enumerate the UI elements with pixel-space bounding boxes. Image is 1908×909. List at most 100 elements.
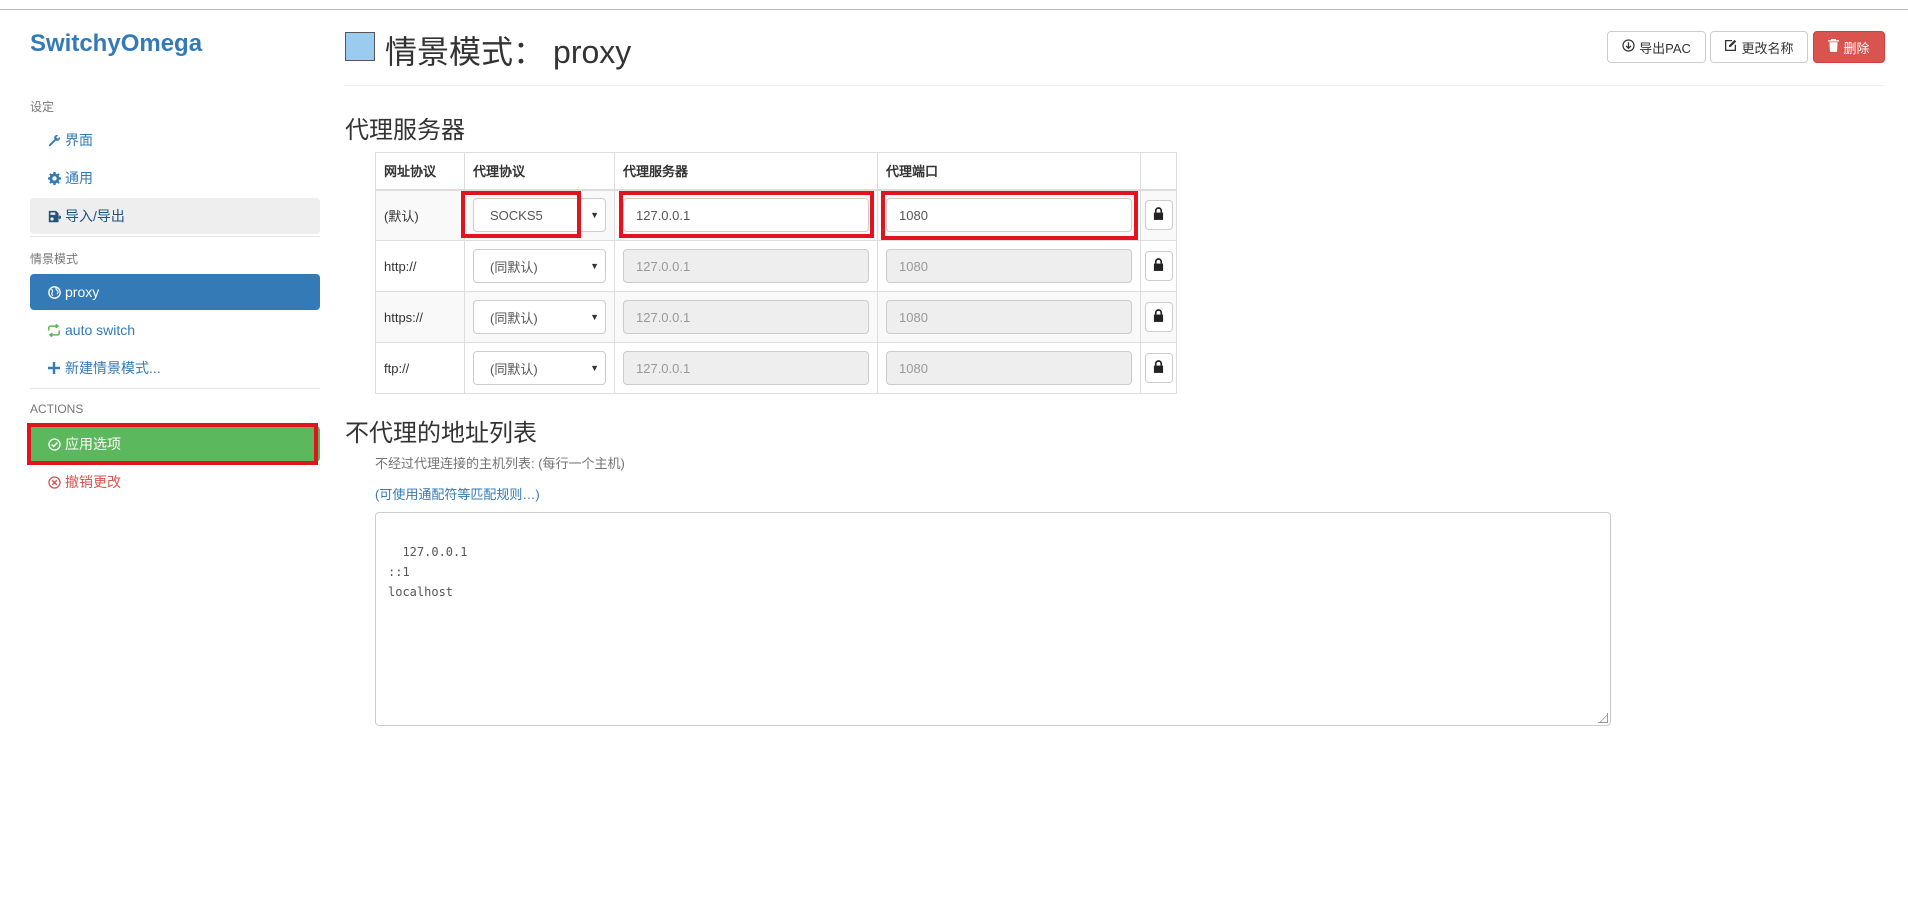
- caret-down-icon: ▼: [590, 312, 599, 322]
- bypass-list-title: 不代理的地址列表: [345, 420, 537, 447]
- protocol-cell: (同默认) ▼: [464, 342, 615, 394]
- scheme-cell: http://: [375, 240, 465, 292]
- sidebar-item-proxy[interactable]: proxy: [30, 274, 320, 310]
- caret-down-icon: ▼: [590, 363, 599, 373]
- port-input: 1080: [886, 249, 1132, 283]
- protocol-select[interactable]: (同默认) ▼: [473, 351, 606, 385]
- sidebar-item-new-profile[interactable]: 新建情景模式...: [30, 350, 320, 386]
- auth-lock-button[interactable]: [1144, 302, 1173, 332]
- refresh-icon: [45, 323, 63, 337]
- bypass-help-text: 不经过代理连接的主机列表: (每行一个主机): [375, 456, 625, 471]
- sidebar-item-label: 应用选项: [65, 436, 121, 452]
- column-header: [1140, 152, 1177, 191]
- server-cell: 127.0.0.1: [614, 291, 878, 343]
- auth-lock-button[interactable]: [1144, 200, 1173, 231]
- sidebar-item-label: 导入/导出: [65, 208, 125, 224]
- sidebar-item-interface[interactable]: 界面: [30, 122, 320, 158]
- export-pac-button[interactable]: 导出PAC: [1607, 31, 1706, 63]
- proxy-servers-table: 网址协议 代理协议 代理服务器 代理端口 (默认) SOCKS5 ▼ 127.0…: [375, 152, 1177, 394]
- table-row: http:// (同默认) ▼ 127.0.0.1 1080: [375, 240, 1177, 292]
- lock-icon: [1153, 207, 1164, 223]
- gear-icon: [45, 171, 63, 185]
- scheme-cell: ftp://: [375, 342, 465, 394]
- lock-icon: [1153, 309, 1164, 325]
- protocol-select[interactable]: SOCKS5 ▼: [473, 198, 606, 233]
- protocol-select[interactable]: (同默认) ▼: [473, 300, 606, 334]
- protocol-cell: (同默认) ▼: [464, 291, 615, 343]
- sidebar-item-auto-switch[interactable]: auto switch: [30, 312, 320, 348]
- protocol-cell: SOCKS5 ▼: [464, 189, 615, 241]
- port-cell: 1080: [877, 189, 1141, 241]
- sidebar-item-label: 界面: [65, 132, 93, 148]
- profile-name: proxy: [553, 34, 632, 70]
- discard-changes-button[interactable]: 撤销更改: [30, 464, 320, 500]
- window-top-border: [0, 0, 1908, 10]
- server-input: 127.0.0.1: [623, 351, 869, 385]
- globe-icon: [45, 285, 63, 299]
- sidebar-item-import-export[interactable]: 导入/导出: [30, 198, 320, 234]
- brand-logo[interactable]: SwitchyOmega: [30, 30, 202, 58]
- divider: [30, 236, 320, 237]
- table-row: https:// (同默认) ▼ 127.0.0.1 1080: [375, 291, 1177, 343]
- port-input[interactable]: 1080: [886, 198, 1132, 233]
- page-header: 情景模式： proxy 导出PAC 更改名称 删除: [345, 10, 1885, 86]
- edit-icon: [1724, 39, 1737, 55]
- column-header: 代理服务器: [614, 152, 878, 191]
- download-icon: [1622, 39, 1635, 55]
- sidebar-item-label: 通用: [65, 170, 93, 186]
- bypass-list-textarea[interactable]: 127.0.0.1 ::1 localhost: [375, 512, 1611, 726]
- server-input: 127.0.0.1: [623, 249, 869, 283]
- auth-lock-button[interactable]: [1144, 251, 1173, 281]
- import-export-icon: [45, 210, 63, 223]
- sidebar-item-label: 新建情景模式...: [65, 360, 161, 376]
- apply-changes-button[interactable]: 应用选项: [30, 426, 320, 462]
- server-cell: 127.0.0.1: [614, 342, 878, 394]
- port-cell: 1080: [877, 342, 1141, 394]
- auth-lock-button[interactable]: [1144, 353, 1173, 383]
- profiles-header: 情景模式: [30, 252, 79, 266]
- caret-down-icon: ▼: [590, 261, 599, 271]
- lock-cell: [1140, 291, 1177, 343]
- protocol-select[interactable]: (同默认) ▼: [473, 249, 606, 283]
- protocol-cell: (同默认) ▼: [464, 240, 615, 292]
- table-header-row: 网址协议 代理协议 代理服务器 代理端口: [375, 152, 1177, 191]
- port-cell: 1080: [877, 240, 1141, 292]
- actions-header: ACTIONS: [30, 402, 84, 416]
- lock-cell: [1140, 240, 1177, 292]
- table-row: (默认) SOCKS5 ▼ 127.0.0.1 1080: [375, 189, 1177, 241]
- column-header: 网址协议: [375, 152, 465, 191]
- rename-button[interactable]: 更改名称: [1710, 31, 1808, 63]
- sidebar-item-general[interactable]: 通用: [30, 160, 320, 196]
- scheme-cell: https://: [375, 291, 465, 343]
- caret-down-icon: ▼: [590, 210, 599, 221]
- server-input: 127.0.0.1: [623, 300, 869, 334]
- divider: [30, 388, 320, 389]
- proxy-servers-title: 代理服务器: [345, 117, 465, 144]
- trash-icon: [1828, 38, 1840, 55]
- port-input: 1080: [886, 351, 1132, 385]
- sidebar-item-label: auto switch: [65, 322, 136, 338]
- server-cell: 127.0.0.1: [614, 240, 878, 292]
- lock-cell: [1140, 342, 1177, 394]
- delete-button[interactable]: 删除: [1813, 31, 1885, 63]
- bypass-list-content: 127.0.0.1 ::1 localhost: [388, 545, 468, 599]
- port-input: 1080: [886, 300, 1132, 334]
- wildcard-rules-link[interactable]: (可使用通配符等匹配规则…): [375, 484, 540, 503]
- scheme-cell: (默认): [375, 189, 465, 241]
- lock-icon: [1153, 360, 1164, 376]
- sidebar-item-label: 撤销更改: [65, 474, 121, 490]
- check-circle-icon: [45, 437, 63, 451]
- port-cell: 1080: [877, 291, 1141, 343]
- settings-header: 设定: [30, 100, 55, 114]
- plus-icon: [45, 362, 63, 374]
- wrench-icon: [45, 134, 63, 147]
- sidebar-item-label: proxy: [65, 284, 100, 300]
- profile-color-swatch[interactable]: [345, 32, 375, 61]
- resize-grip-icon[interactable]: [1598, 713, 1608, 723]
- lock-icon: [1153, 258, 1164, 274]
- table-row: ftp:// (同默认) ▼ 127.0.0.1 1080: [375, 342, 1177, 394]
- page-title: 情景模式： proxy: [385, 34, 632, 70]
- server-input[interactable]: 127.0.0.1: [623, 198, 869, 233]
- x-circle-icon: [45, 475, 63, 489]
- column-header: 代理协议: [464, 152, 615, 191]
